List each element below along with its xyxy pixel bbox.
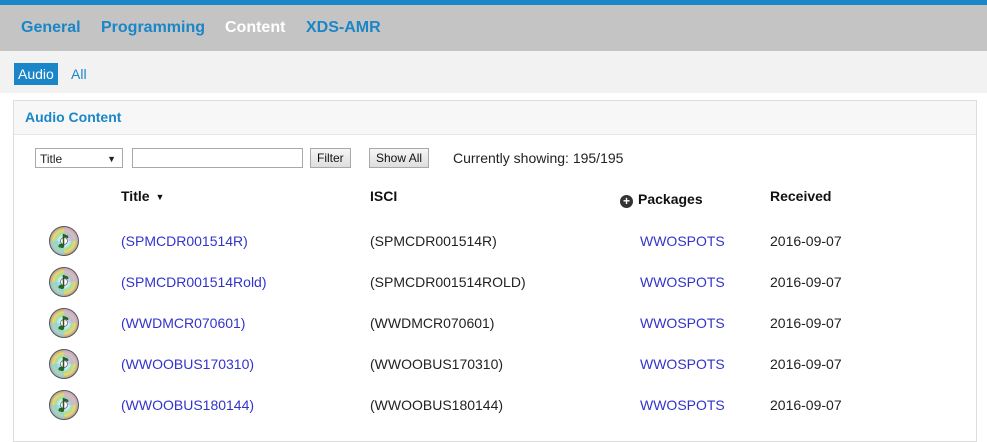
panel-title: Audio Content xyxy=(25,109,122,125)
filter-button[interactable]: Filter xyxy=(310,148,351,168)
table-row: (WWOOBUS170310) (WWOOBUS170310) WWOSPOTS 20… xyxy=(14,345,976,385)
row-received-date: 2016-09-07 xyxy=(770,233,842,249)
expand-plus-icon[interactable]: + xyxy=(620,195,633,208)
column-header-title[interactable]: Title ▼ xyxy=(121,188,164,204)
filter-search-input[interactable] xyxy=(132,148,303,168)
row-package-link[interactable]: WWOSPOTS xyxy=(640,356,725,372)
row-title-link[interactable]: (WWOOBUS170310) xyxy=(121,356,254,372)
cd-audio-icon xyxy=(48,266,80,298)
row-package-link[interactable]: WWOSPOTS xyxy=(640,274,725,290)
table-row: (SPMCDR001514Rold) (SPMCDR001514ROLD) WWOS… xyxy=(14,263,976,303)
row-title-link[interactable]: (WWDMCR070601) xyxy=(121,315,245,331)
row-title-link[interactable]: (SPMCDR001514R) xyxy=(121,233,248,249)
row-isci: (WWOOBUS180144) xyxy=(370,397,504,413)
column-header-isci[interactable]: ISCI xyxy=(370,188,397,204)
show-all-button[interactable]: Show All xyxy=(369,148,430,168)
main-nav: General Programming Content XDS-AMR xyxy=(0,5,987,51)
row-package-link[interactable]: WWOSPOTS xyxy=(640,315,725,331)
audio-content-panel: Audio Content Title ▼ Filter Show All Cu… xyxy=(13,100,977,442)
row-title-link[interactable]: (WWOOBUS180144) xyxy=(121,397,254,413)
column-title-label: Title xyxy=(121,188,150,204)
cd-audio-icon xyxy=(48,389,80,421)
column-header-received[interactable]: Received xyxy=(770,188,831,204)
row-isci: (SPMCDR001514ROLD) xyxy=(370,274,526,290)
subtab-all[interactable]: All xyxy=(67,63,91,85)
column-packages-label: Packages xyxy=(638,191,703,207)
row-package-link[interactable]: WWOSPOTS xyxy=(640,233,725,249)
filter-field-select[interactable]: Title ▼ xyxy=(35,148,123,168)
nav-tab-content[interactable]: Content xyxy=(225,19,285,37)
row-received-date: 2016-09-07 xyxy=(770,315,842,331)
currently-showing-text: Currently showing: 195/195 xyxy=(453,150,624,166)
table-row: (WWDMCR070601) (WWDMCR070601) WWOSPOTS 2016… xyxy=(14,304,976,344)
row-package-link[interactable]: WWOSPOTS xyxy=(640,397,725,413)
panel-header: Audio Content xyxy=(14,101,976,135)
cd-audio-icon xyxy=(48,225,80,257)
nav-tab-general[interactable]: General xyxy=(21,19,81,37)
nav-tab-xds-amr[interactable]: XDS-AMR xyxy=(306,19,381,37)
chevron-down-icon: ▼ xyxy=(107,154,116,164)
row-title-link[interactable]: (SPMCDR001514Rold) xyxy=(121,274,267,290)
sort-desc-icon: ▼ xyxy=(155,192,165,202)
filter-field-value: Title xyxy=(40,152,63,166)
row-isci: (SPMCDR001514R) xyxy=(370,233,497,249)
sub-nav: Audio All xyxy=(0,51,987,93)
nav-tab-programming[interactable]: Programming xyxy=(101,19,205,37)
row-received-date: 2016-09-07 xyxy=(770,274,842,290)
table-row: (SPMCDR001514R) (SPMCDR001514R) WWOSPOTS 20… xyxy=(14,222,976,262)
cd-audio-icon xyxy=(48,348,80,380)
table-row: (WWOOBUS180144) (WWOOBUS180144) WWOSPOTS 20… xyxy=(14,386,976,426)
row-isci: (WWDMCR070601) xyxy=(370,315,495,331)
column-header-packages[interactable]: + Packages xyxy=(620,191,703,208)
row-received-date: 2016-09-07 xyxy=(770,397,842,413)
cd-audio-icon xyxy=(48,307,80,339)
row-isci: (WWOOBUS170310) xyxy=(370,356,504,372)
subtab-audio[interactable]: Audio xyxy=(14,63,58,85)
row-received-date: 2016-09-07 xyxy=(770,356,842,372)
